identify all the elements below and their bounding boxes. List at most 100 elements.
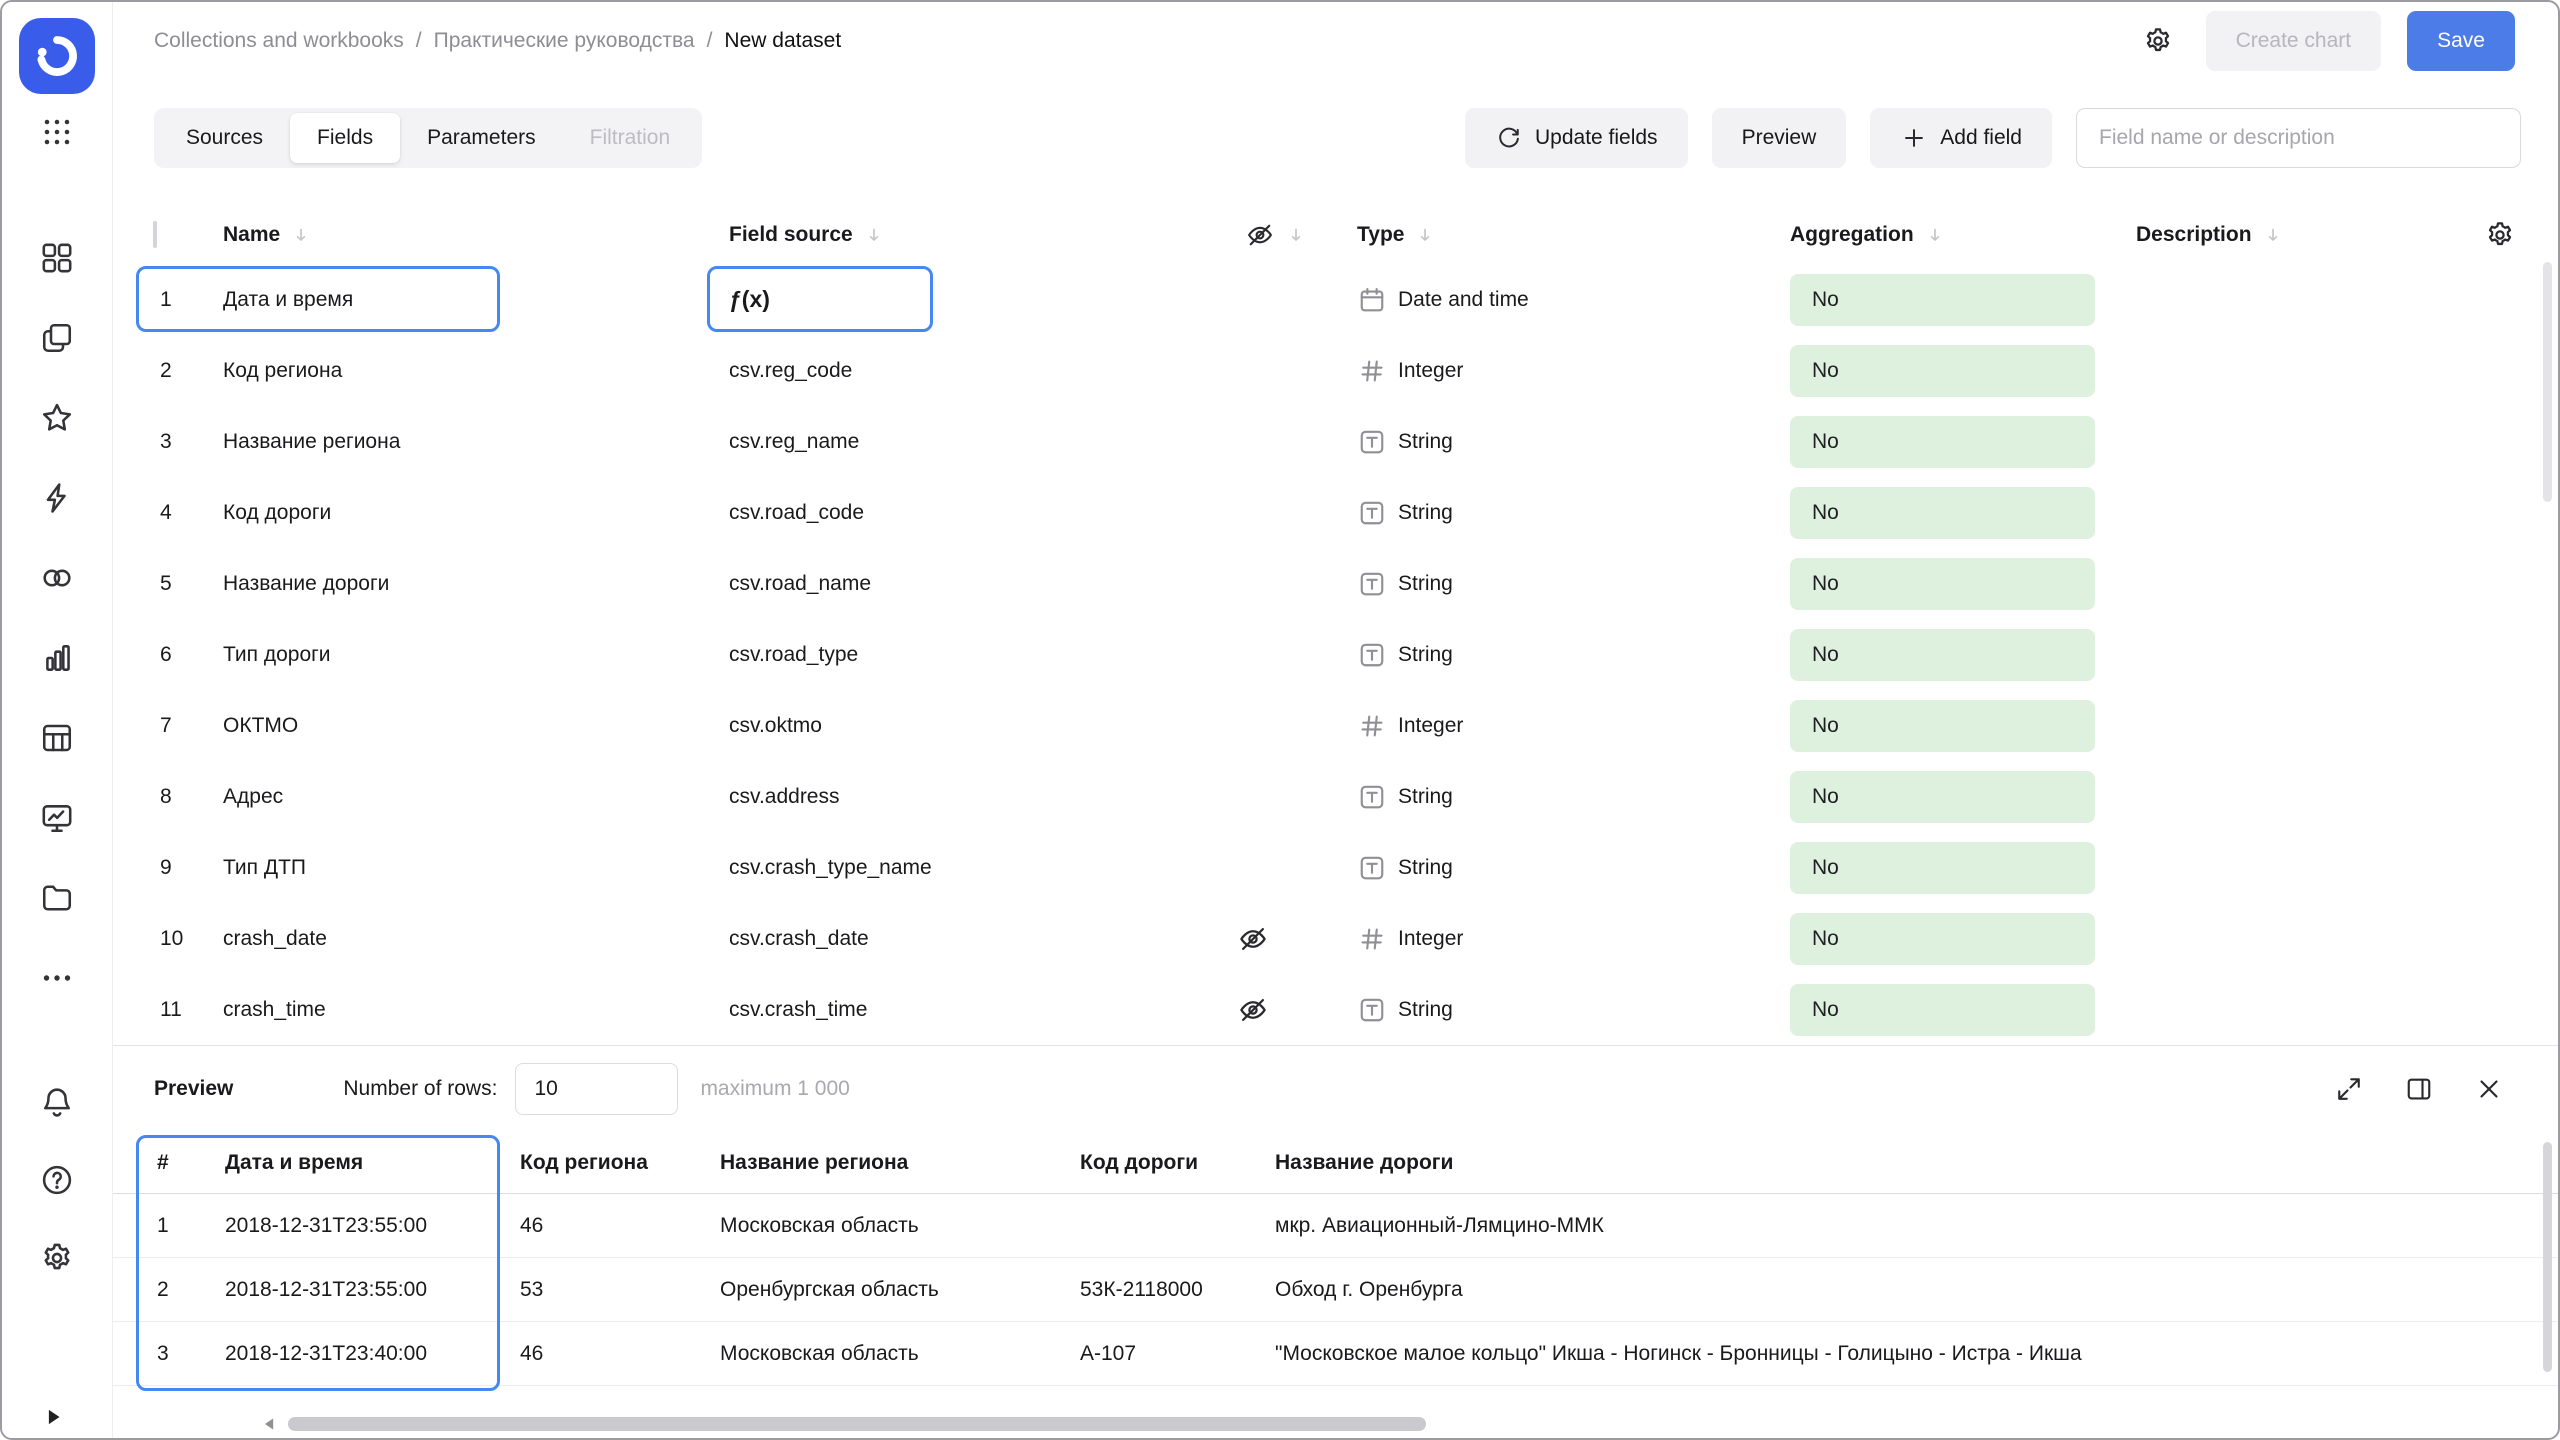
field-type[interactable]: Integer <box>1357 924 1790 954</box>
bell-button[interactable] <box>35 1080 79 1124</box>
save-button[interactable]: Save <box>2407 11 2515 71</box>
field-row[interactable]: 9 Тип ДТП csv.crash_type_name String No <box>113 832 2558 903</box>
field-row[interactable]: 7 ОКТМО csv.oktmo Integer No <box>113 690 2558 761</box>
scroll-left-arrow-icon[interactable] <box>260 1414 280 1434</box>
workbooks-button[interactable] <box>35 316 79 360</box>
field-row[interactable]: 4 Код дороги csv.road_code String No <box>113 477 2558 548</box>
field-name[interactable]: Название региона <box>223 430 729 454</box>
field-aggregation[interactable]: No <box>1790 700 2136 752</box>
field-type[interactable]: Date and time <box>1357 285 1790 315</box>
column-header-source[interactable]: Field source <box>729 223 1219 247</box>
horizontal-scrollbar-thumb[interactable] <box>288 1417 1426 1431</box>
aggregation-select[interactable]: No <box>1790 842 2095 894</box>
breadcrumb-item[interactable]: Collections and workbooks <box>154 29 404 53</box>
field-row[interactable]: 11 crash_time csv.crash_time String No <box>113 974 2558 1045</box>
field-aggregation[interactable]: No <box>1790 984 2136 1036</box>
field-name[interactable]: Дата и время <box>223 288 729 312</box>
monitoring-button[interactable] <box>35 796 79 840</box>
aggregation-select[interactable]: No <box>1790 274 2095 326</box>
field-aggregation[interactable]: No <box>1790 913 2136 965</box>
tab-filtration[interactable]: Filtration <box>563 113 698 163</box>
split-panel-icon[interactable] <box>2404 1074 2434 1104</box>
aggregation-select[interactable]: No <box>1790 771 2095 823</box>
field-type[interactable]: String <box>1357 569 1790 599</box>
close-icon[interactable] <box>2474 1074 2504 1104</box>
tab-parameters[interactable]: Parameters <box>400 113 563 163</box>
field-type[interactable]: String <box>1357 782 1790 812</box>
field-name[interactable]: crash_date <box>223 927 729 951</box>
field-name[interactable]: Код дороги <box>223 501 729 525</box>
field-row[interactable]: 2 Код региона csv.reg_code Integer No <box>113 335 2558 406</box>
aggregation-select[interactable]: No <box>1790 558 2095 610</box>
field-aggregation[interactable]: No <box>1790 345 2136 397</box>
fields-vertical-scrollbar[interactable] <box>2543 262 2552 502</box>
select-all-checkbox[interactable] <box>153 221 157 248</box>
gear-button[interactable] <box>35 1236 79 1280</box>
column-header-name[interactable]: Name <box>223 223 729 247</box>
aggregation-select[interactable]: No <box>1790 984 2095 1036</box>
help-button[interactable] <box>35 1158 79 1202</box>
field-type[interactable]: String <box>1357 995 1790 1025</box>
field-source[interactable]: csv.crash_date <box>729 927 1219 951</box>
fullscreen-expand-icon[interactable] <box>2334 1074 2364 1104</box>
horizontal-scrollbar[interactable] <box>224 1414 1426 1434</box>
field-name[interactable]: Код региона <box>223 359 729 383</box>
rows-count-input[interactable] <box>515 1063 678 1115</box>
field-name[interactable]: ОКТМО <box>223 714 729 738</box>
aggregation-select[interactable]: No <box>1790 700 2095 752</box>
field-type[interactable]: Integer <box>1357 356 1790 386</box>
datasets-button[interactable] <box>35 716 79 760</box>
aggregation-select[interactable]: No <box>1790 629 2095 681</box>
field-source[interactable]: csv.crash_type_name <box>729 856 1219 880</box>
field-aggregation[interactable]: No <box>1790 416 2136 468</box>
field-row[interactable]: 5 Название дороги csv.road_name String N… <box>113 548 2558 619</box>
field-name[interactable]: Тип ДТП <box>223 856 729 880</box>
column-header-hidden[interactable] <box>1219 220 1357 250</box>
field-aggregation[interactable]: No <box>1790 629 2136 681</box>
field-type[interactable]: String <box>1357 498 1790 528</box>
field-name[interactable]: Название дороги <box>223 572 729 596</box>
bolt-button[interactable] <box>35 476 79 520</box>
settings-button[interactable] <box>2136 19 2180 63</box>
field-type[interactable]: String <box>1357 853 1790 883</box>
column-header-aggregation[interactable]: Aggregation <box>1790 223 2136 247</box>
aggregation-select[interactable]: No <box>1790 913 2095 965</box>
field-hidden-cell[interactable] <box>1219 994 1357 1026</box>
more-button[interactable] <box>35 956 79 1000</box>
update-fields-button[interactable]: Update fields <box>1465 108 1688 168</box>
field-aggregation[interactable]: No <box>1790 274 2136 326</box>
connections-button[interactable] <box>35 556 79 600</box>
dashboards-button[interactable] <box>35 236 79 280</box>
field-type[interactable]: Integer <box>1357 711 1790 741</box>
sidebar-collapse-button[interactable] <box>40 1404 66 1430</box>
field-name[interactable]: crash_time <box>223 998 729 1022</box>
aggregation-select[interactable]: No <box>1790 345 2095 397</box>
field-aggregation[interactable]: No <box>1790 558 2136 610</box>
field-name[interactable]: Тип дороги <box>223 643 729 667</box>
datalens-logo[interactable] <box>19 18 95 94</box>
search-input[interactable] <box>2076 108 2521 168</box>
field-source[interactable]: csv.address <box>729 785 1219 809</box>
aggregation-select[interactable]: No <box>1790 416 2095 468</box>
field-aggregation[interactable]: No <box>1790 487 2136 539</box>
column-header-description[interactable]: Description <box>2136 223 2442 247</box>
field-source[interactable]: csv.reg_code <box>729 359 1219 383</box>
field-source[interactable]: csv.crash_time <box>729 998 1219 1022</box>
storage-button[interactable] <box>35 876 79 920</box>
field-name[interactable]: Адрес <box>223 785 729 809</box>
column-header-type[interactable]: Type <box>1357 223 1790 247</box>
field-source[interactable]: csv.road_code <box>729 501 1219 525</box>
favorites-button[interactable] <box>35 396 79 440</box>
apps-grid-button[interactable] <box>35 110 79 154</box>
field-aggregation[interactable]: No <box>1790 771 2136 823</box>
table-settings-gear-icon[interactable] <box>2484 219 2516 251</box>
field-row[interactable]: 8 Адрес csv.address String No <box>113 761 2558 832</box>
add-field-button[interactable]: Add field <box>1870 108 2052 168</box>
charts-button[interactable] <box>35 636 79 680</box>
preview-vertical-scrollbar[interactable] <box>2543 1142 2552 1372</box>
field-aggregation[interactable]: No <box>1790 842 2136 894</box>
field-source[interactable]: csv.reg_name <box>729 430 1219 454</box>
field-hidden-cell[interactable] <box>1219 923 1357 955</box>
preview-button[interactable]: Preview <box>1712 108 1847 168</box>
field-row[interactable]: 3 Название региона csv.reg_name String N… <box>113 406 2558 477</box>
